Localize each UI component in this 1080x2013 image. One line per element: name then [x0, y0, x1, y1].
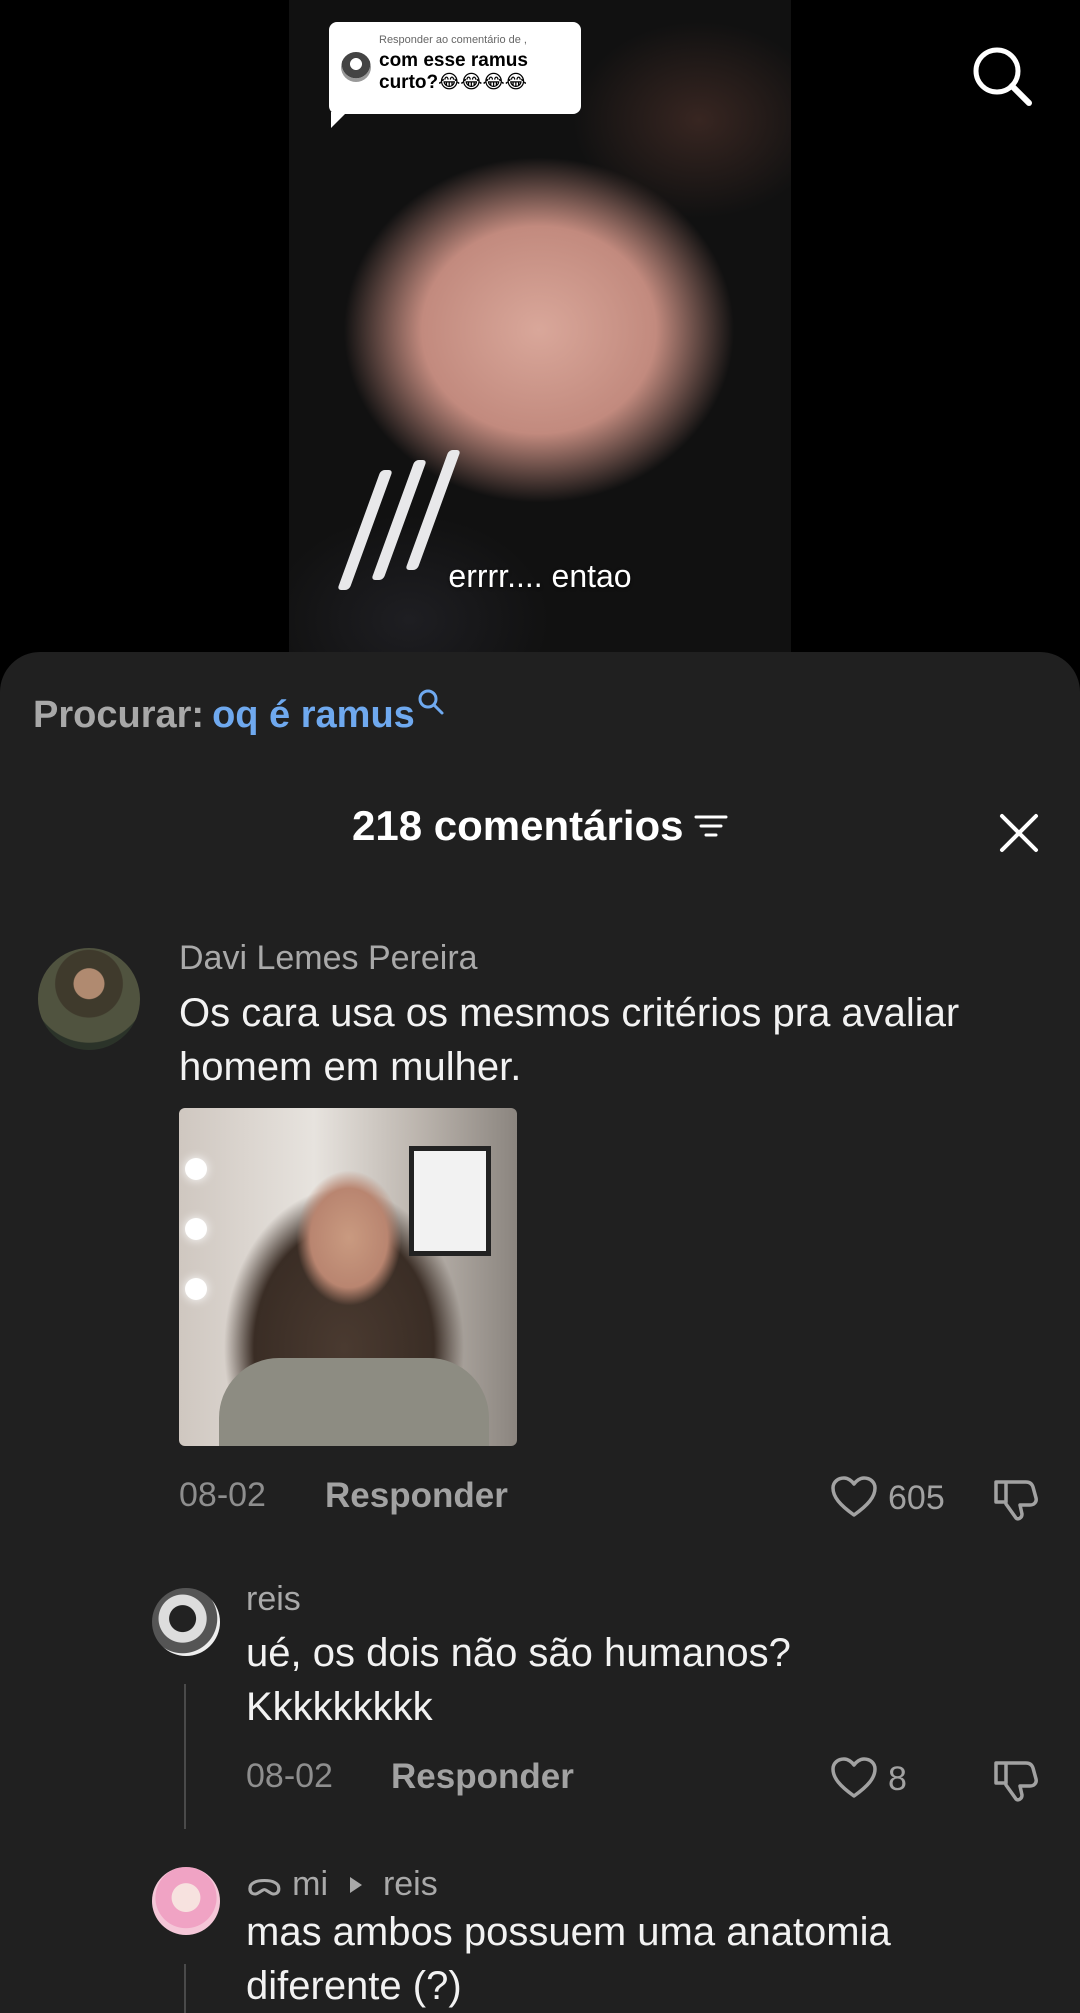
close-icon[interactable]	[994, 808, 1044, 858]
comment-author[interactable]: Davi Lemes Pereira	[179, 939, 478, 978]
comment-date: 08-02	[246, 1757, 333, 1795]
comments-count: 218 comentários	[352, 802, 684, 849]
reply-sticker-avatar	[341, 52, 371, 82]
heart-icon[interactable]	[830, 1756, 878, 1800]
comments-header: 218 comentários	[0, 802, 1080, 862]
search-suggestion[interactable]: Procurar: oq é ramus	[33, 689, 445, 737]
comment-image[interactable]	[179, 1108, 517, 1446]
comment-author-line: ᯅ mi reis	[246, 1859, 438, 1905]
comment-author[interactable]: reis	[246, 1580, 301, 1619]
thread-line	[184, 1684, 186, 1829]
comment-text: Os cara usa os mesmos critérios pra aval…	[179, 991, 960, 1089]
reply-button[interactable]: Responder	[391, 1757, 574, 1797]
search-prefix: Procurar:	[33, 694, 205, 736]
dislike-icon[interactable]	[992, 1755, 1040, 1803]
comments-panel: Procurar: oq é ramus 218 comentários Davi…	[0, 652, 1080, 2013]
sort-icon[interactable]	[694, 811, 728, 841]
comment-text: ué, os dois não são humanos? Kkkkkkkkk	[246, 1631, 791, 1729]
reply-to-user[interactable]: reis	[383, 1865, 438, 1903]
thread-line	[184, 1964, 186, 2013]
avatar[interactable]	[38, 948, 140, 1050]
reply-sticker-label: Responder ao comentário de ,	[379, 34, 527, 46]
heart-icon[interactable]	[830, 1475, 878, 1519]
reply-arrow-icon	[349, 1876, 362, 1893]
comment-date: 08-02	[179, 1476, 266, 1514]
avatar[interactable]	[152, 1867, 220, 1935]
search-icon	[418, 689, 444, 715]
comment-text: mas ambos possuem uma anatomia diferente…	[246, 1910, 891, 2008]
avatar[interactable]	[152, 1588, 220, 1656]
reply-sticker-text: com esse ramus curto?😂😂😂😂	[379, 50, 528, 93]
comment-author[interactable]: ᯅ mi	[246, 1865, 328, 1903]
reply-button[interactable]: Responder	[325, 1476, 508, 1516]
search-query-link[interactable]: oq é ramus	[212, 694, 415, 736]
video-caption: errrr.... entao	[448, 558, 632, 594]
video-player[interactable]: Responder ao comentário de , com esse ra…	[0, 0, 1080, 660]
reply-comment-sticker[interactable]: Responder ao comentário de , com esse ra…	[329, 22, 581, 128]
like-count: 605	[888, 1479, 945, 1517]
search-icon[interactable]	[970, 44, 1034, 108]
dislike-icon[interactable]	[992, 1474, 1040, 1522]
like-count: 8	[888, 1760, 907, 1798]
